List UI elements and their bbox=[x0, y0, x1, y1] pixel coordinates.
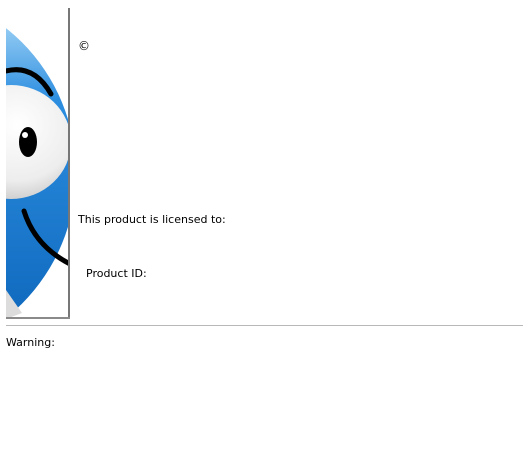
logo-bottom-border bbox=[6, 317, 70, 319]
pupil-highlight bbox=[22, 132, 28, 138]
product-id-label: Product ID: bbox=[86, 267, 147, 280]
licensed-to-label: This product is licensed to: bbox=[78, 213, 226, 226]
copyright-text: © bbox=[78, 39, 90, 53]
warning-label: Warning: bbox=[6, 336, 55, 349]
product-logo-panel bbox=[6, 8, 70, 319]
smiling-face-logo-icon bbox=[6, 8, 70, 319]
section-divider bbox=[6, 325, 523, 326]
logo-right-border bbox=[68, 8, 70, 319]
pupil-icon bbox=[19, 127, 37, 157]
